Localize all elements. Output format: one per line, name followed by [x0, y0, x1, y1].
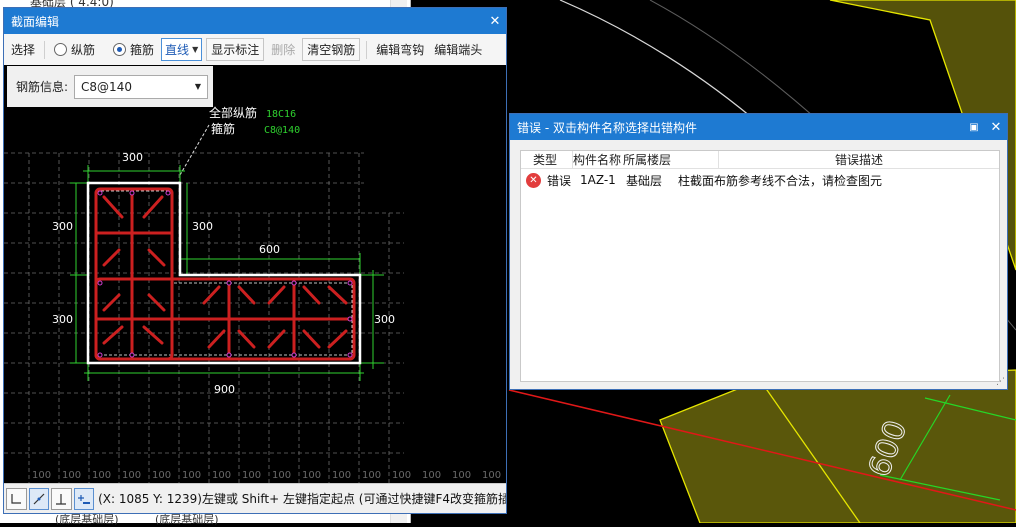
ruler-label: 100: [272, 470, 291, 481]
column-header-floor[interactable]: 所属楼层: [623, 151, 719, 168]
error-row-name[interactable]: 1AZ-1: [577, 173, 623, 187]
section-editor-titlebar[interactable]: 截面编辑 ✕: [4, 8, 506, 34]
ruler-label: 100: [392, 470, 411, 481]
snap-line-icon[interactable]: [28, 487, 50, 510]
clear-rebar-button[interactable]: 清空钢筋: [302, 38, 361, 61]
column-header-type[interactable]: 类型: [521, 151, 573, 168]
ruler-label: 100: [452, 470, 471, 481]
ruler-label: 100: [482, 470, 501, 481]
radio-longitudinal-label: 纵筋: [71, 43, 96, 57]
radio-stirrup-label: 箍筋: [130, 43, 155, 57]
toolbar-divider: [366, 40, 368, 59]
edit-end-button[interactable]: 编辑端头: [431, 39, 485, 60]
section-editor-window: 截面编辑 ✕ 选择 纵筋 箍筋 直线 ▼ 显示标注 删除 清空钢筋 编辑弯钩 编辑…: [3, 7, 507, 514]
error-row-description: 柱截面布筋参考线不合法，请检查图元: [678, 173, 883, 188]
radio-stirrup[interactable]: 箍筋: [110, 39, 157, 60]
dim-left-upper: 300: [52, 220, 73, 233]
edit-hook-button[interactable]: 编辑弯钩: [373, 39, 427, 60]
radio-off-icon: [54, 43, 68, 56]
error-list-header: 类型 构件名称 所属楼层 错误描述: [521, 151, 999, 169]
ruler-label: 100: [362, 470, 381, 481]
section-editor-title: 截面编辑: [11, 14, 60, 29]
ruler-label: 100: [92, 470, 111, 481]
perpendicular-icon[interactable]: [51, 487, 72, 510]
rebar-info-select[interactable]: C8@140 ▼: [74, 74, 209, 99]
legend-stirrup-label: 箍筋: [211, 121, 235, 136]
radio-on-icon: [113, 43, 127, 56]
error-list[interactable]: 类型 构件名称 所属楼层 错误描述 ✕ 错误 1AZ-1 基础层 柱截面布筋参考…: [520, 150, 1000, 382]
section-drawing-canvas[interactable]: 全部纵筋 18C16 箍筋 C8@140 300 300 300 600 300…: [4, 65, 506, 483]
line-mode-dropdown[interactable]: 直线 ▼: [161, 38, 203, 61]
ruler-label: 100: [242, 470, 261, 481]
resize-grip-icon[interactable]: ⋰: [996, 377, 1005, 387]
column-header-name[interactable]: 构件名称: [573, 151, 623, 168]
ruler-label: 100: [122, 470, 141, 481]
status-message: (X: 1085 Y: 1239)左键或 Shift+ 左键指定起点 (可通过快…: [98, 492, 506, 506]
error-icon: ✕: [526, 172, 541, 188]
rebar-info-label: 钢筋信息:: [16, 80, 69, 94]
dim-middle: 600: [259, 243, 280, 256]
error-title: 错误 - 双击构件名称选择出错构件: [517, 120, 697, 135]
ruler-label: 100: [32, 470, 51, 481]
ruler-label: 100: [302, 470, 321, 481]
ruler-label: 100: [182, 470, 201, 481]
dim-bottom: 900: [214, 383, 235, 396]
dim-left-lower: 300: [52, 313, 73, 326]
toolbar-divider: [44, 40, 46, 59]
select-button[interactable]: 选择: [8, 39, 38, 60]
show-annotation-button[interactable]: 显示标注: [206, 38, 265, 61]
chevron-down-icon: ▼: [192, 45, 199, 54]
error-row[interactable]: ✕ 错误 1AZ-1 基础层 柱截面布筋参考线不合法，请检查图元: [521, 169, 999, 191]
line-mode-label: 直线: [165, 43, 190, 57]
dim-right-lower: 300: [374, 313, 395, 326]
chevron-down-icon: ▼: [194, 82, 202, 91]
error-row-floor: 基础层: [626, 173, 663, 188]
dim-right-upper: 300: [192, 220, 213, 233]
close-icon[interactable]: ✕: [985, 116, 1007, 138]
legend-stirrup-value: C8@140: [264, 125, 300, 136]
error-row-type: 错误: [547, 173, 572, 188]
section-statusbar: (X: 1085 Y: 1239)左键或 Shift+ 左键指定起点 (可通过快…: [4, 483, 506, 513]
legend-all-longitudinal-label: 全部纵筋: [209, 105, 257, 120]
ortho-mode-icon[interactable]: [6, 487, 27, 510]
close-icon[interactable]: ✕: [484, 10, 506, 32]
ruler-label: 100: [62, 470, 81, 481]
ruler-label: 100: [332, 470, 351, 481]
offset-icon[interactable]: [73, 487, 95, 510]
rebar-info-value: C8@140: [81, 79, 132, 94]
section-toolbar: 选择 纵筋 箍筋 直线 ▼ 显示标注 删除 清空钢筋 编辑弯钩 编辑端头: [4, 34, 506, 66]
ruler-label: 100: [422, 470, 441, 481]
rebar-info-panel: 钢筋信息: C8@140 ▼: [7, 66, 213, 107]
delete-button[interactable]: 删除: [268, 39, 298, 60]
legend-all-longitudinal-value: 18C16: [266, 109, 296, 120]
ruler-label: 100: [152, 470, 171, 481]
restore-icon[interactable]: ▣: [963, 116, 985, 138]
error-titlebar[interactable]: 错误 - 双击构件名称选择出错构件 ▣ ✕: [510, 114, 1007, 140]
dim-top: 300: [122, 151, 143, 164]
error-window: 错误 - 双击构件名称选择出错构件 ▣ ✕ 类型 构件名称 所属楼层 错误描述 …: [509, 113, 1008, 390]
ruler-label: 100: [212, 470, 231, 481]
radio-longitudinal[interactable]: 纵筋: [51, 39, 98, 60]
column-header-description[interactable]: 错误描述: [719, 151, 999, 168]
